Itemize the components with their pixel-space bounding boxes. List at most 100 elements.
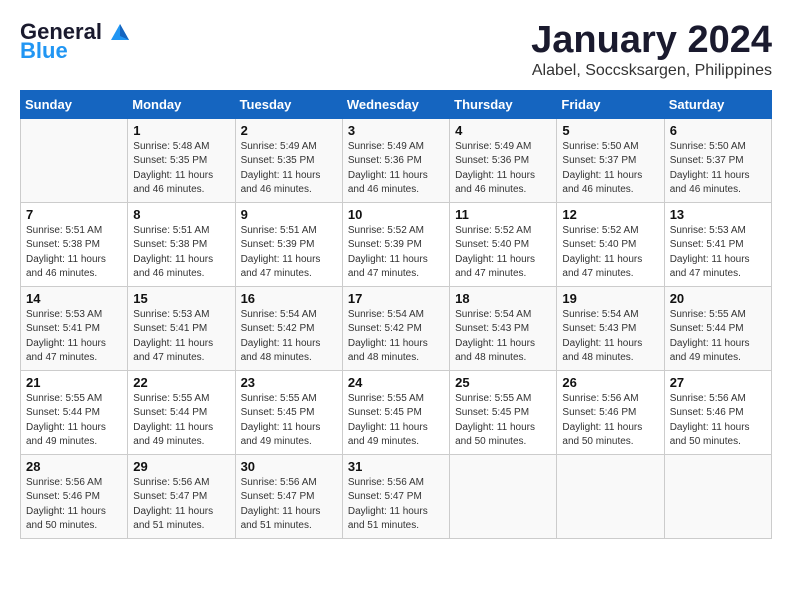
logo: General Blue [20, 20, 132, 62]
empty-cell [21, 118, 128, 202]
day-number: 21 [26, 375, 122, 390]
day-number: 20 [670, 291, 766, 306]
day-cell-15: 15 Sunrise: 5:53 AMSunset: 5:41 PMDayligh… [128, 286, 235, 370]
empty-cell [450, 454, 557, 538]
day-info: Sunrise: 5:54 AMSunset: 5:42 PMDaylight:… [241, 308, 337, 366]
day-info: Sunrise: 5:54 AMSunset: 5:43 PMDaylight:… [455, 308, 551, 366]
day-cell-2: 2Sunrise: 5:49 AMSunset: 5:35 PMDaylight… [235, 118, 342, 202]
day-cell-4: 4 Sunrise: 5:49 AMSunset: 5:36 PMDaylight… [450, 118, 557, 202]
day-number: 27 [670, 375, 766, 390]
day-header-saturday: Saturday [664, 90, 771, 118]
day-info: Sunrise: 5:53 AMSunset: 5:41 PMDaylight:… [670, 224, 766, 282]
day-info: Sunrise: 5:55 AMSunset: 5:45 PMDaylight:… [241, 392, 337, 450]
day-cell-19: 19 Sunrise: 5:54 AMSunset: 5:43 PMDayligh… [557, 286, 664, 370]
location-subtitle: Alabel, Soccsksargen, Philippines [531, 62, 772, 80]
day-number: 30 [241, 459, 337, 474]
day-info: Sunrise: 5:56 AMSunset: 5:47 PMDaylight:… [241, 476, 337, 534]
day-header-sunday: Sunday [21, 90, 128, 118]
day-cell-14: 14Sunrise: 5:53 AMSunset: 5:41 PMDayligh… [21, 286, 128, 370]
day-info: Sunrise: 5:49 AMSunset: 5:36 PMDaylight:… [455, 140, 551, 198]
logo-icon [109, 22, 131, 44]
day-number: 23 [241, 375, 337, 390]
day-cell-9: 9 Sunrise: 5:51 AMSunset: 5:39 PMDaylight… [235, 202, 342, 286]
day-cell-26: 26 Sunrise: 5:56 AMSunset: 5:46 PMDayligh… [557, 370, 664, 454]
day-number: 18 [455, 291, 551, 306]
day-number: 5 [562, 123, 658, 138]
day-cell-24: 24 Sunrise: 5:55 AMSunset: 5:45 PMDayligh… [342, 370, 449, 454]
day-header-thursday: Thursday [450, 90, 557, 118]
day-cell-27: 27 Sunrise: 5:56 AMSunset: 5:46 PMDayligh… [664, 370, 771, 454]
day-info: Sunrise: 5:50 AMSunset: 5:37 PMDaylight:… [562, 140, 658, 198]
day-number: 4 [455, 123, 551, 138]
day-info: Sunrise: 5:56 AMSunset: 5:46 PMDaylight:… [26, 476, 122, 534]
day-info: Sunrise: 5:55 AMSunset: 5:45 PMDaylight:… [348, 392, 444, 450]
day-info: Sunrise: 5:49 AMSunset: 5:36 PMDaylight:… [348, 140, 444, 198]
week-row-2: 7Sunrise: 5:51 AMSunset: 5:38 PMDaylight… [21, 202, 772, 286]
day-cell-18: 18 Sunrise: 5:54 AMSunset: 5:43 PMDayligh… [450, 286, 557, 370]
day-number: 25 [455, 375, 551, 390]
page-header: General Blue January 2024 Alabel, Soccsk… [20, 20, 772, 80]
day-header-tuesday: Tuesday [235, 90, 342, 118]
day-cell-30: 30 Sunrise: 5:56 AMSunset: 5:47 PMDayligh… [235, 454, 342, 538]
day-header-friday: Friday [557, 90, 664, 118]
day-number: 9 [241, 207, 337, 222]
title-section: January 2024 Alabel, Soccsksargen, Phili… [531, 20, 772, 80]
day-number: 28 [26, 459, 122, 474]
day-cell-7: 7Sunrise: 5:51 AMSunset: 5:38 PMDaylight… [21, 202, 128, 286]
day-number: 12 [562, 207, 658, 222]
empty-cell [557, 454, 664, 538]
day-number: 29 [133, 459, 229, 474]
day-info: Sunrise: 5:53 AMSunset: 5:41 PMDaylight:… [133, 308, 229, 366]
day-info: Sunrise: 5:50 AMSunset: 5:37 PMDaylight:… [670, 140, 766, 198]
day-info: Sunrise: 5:55 AMSunset: 5:44 PMDaylight:… [133, 392, 229, 450]
day-cell-1: 1 Sunrise: 5:48 AMSunset: 5:35 PMDaylight… [128, 118, 235, 202]
day-number: 19 [562, 291, 658, 306]
day-cell-25: 25Sunrise: 5:55 AMSunset: 5:45 PMDayligh… [450, 370, 557, 454]
day-info: Sunrise: 5:56 AMSunset: 5:46 PMDaylight:… [670, 392, 766, 450]
day-number: 6 [670, 123, 766, 138]
day-cell-17: 17Sunrise: 5:54 AMSunset: 5:42 PMDayligh… [342, 286, 449, 370]
day-number: 24 [348, 375, 444, 390]
day-info: Sunrise: 5:52 AMSunset: 5:40 PMDaylight:… [455, 224, 551, 282]
week-row-3: 14Sunrise: 5:53 AMSunset: 5:41 PMDayligh… [21, 286, 772, 370]
day-cell-11: 11 Sunrise: 5:52 AMSunset: 5:40 PMDayligh… [450, 202, 557, 286]
day-number: 11 [455, 207, 551, 222]
day-info: Sunrise: 5:55 AMSunset: 5:44 PMDaylight:… [670, 308, 766, 366]
day-number: 16 [241, 291, 337, 306]
day-info: Sunrise: 5:54 AMSunset: 5:42 PMDaylight:… [348, 308, 444, 366]
day-cell-28: 28 Sunrise: 5:56 AMSunset: 5:46 PMDayligh… [21, 454, 128, 538]
day-info: Sunrise: 5:48 AMSunset: 5:35 PMDaylight:… [133, 140, 229, 198]
day-info: Sunrise: 5:56 AMSunset: 5:46 PMDaylight:… [562, 392, 658, 450]
month-title: January 2024 [531, 20, 772, 62]
day-cell-3: 3Sunrise: 5:49 AMSunset: 5:36 PMDaylight… [342, 118, 449, 202]
day-info: Sunrise: 5:51 AMSunset: 5:39 PMDaylight:… [241, 224, 337, 282]
day-info: Sunrise: 5:56 AMSunset: 5:47 PMDaylight:… [133, 476, 229, 534]
week-row-1: 1 Sunrise: 5:48 AMSunset: 5:35 PMDaylight… [21, 118, 772, 202]
day-info: Sunrise: 5:51 AMSunset: 5:38 PMDaylight:… [26, 224, 122, 282]
day-number: 1 [133, 123, 229, 138]
day-info: Sunrise: 5:51 AMSunset: 5:38 PMDaylight:… [133, 224, 229, 282]
day-number: 26 [562, 375, 658, 390]
day-info: Sunrise: 5:55 AMSunset: 5:44 PMDaylight:… [26, 392, 122, 450]
day-cell-12: 12Sunrise: 5:52 AMSunset: 5:40 PMDayligh… [557, 202, 664, 286]
calendar-table: SundayMondayTuesdayWednesdayThursdayFrid… [20, 90, 772, 539]
day-info: Sunrise: 5:54 AMSunset: 5:43 PMDaylight:… [562, 308, 658, 366]
day-cell-29: 29 Sunrise: 5:56 AMSunset: 5:47 PMDayligh… [128, 454, 235, 538]
day-cell-31: 31 Sunrise: 5:56 AMSunset: 5:47 PMDayligh… [342, 454, 449, 538]
day-info: Sunrise: 5:56 AMSunset: 5:47 PMDaylight:… [348, 476, 444, 534]
day-cell-5: 5 Sunrise: 5:50 AMSunset: 5:37 PMDaylight… [557, 118, 664, 202]
day-header-monday: Monday [128, 90, 235, 118]
day-number: 8 [133, 207, 229, 222]
day-number: 15 [133, 291, 229, 306]
day-cell-22: 22Sunrise: 5:55 AMSunset: 5:44 PMDayligh… [128, 370, 235, 454]
week-row-5: 28 Sunrise: 5:56 AMSunset: 5:46 PMDayligh… [21, 454, 772, 538]
day-number: 31 [348, 459, 444, 474]
day-cell-23: 23 Sunrise: 5:55 AMSunset: 5:45 PMDayligh… [235, 370, 342, 454]
empty-cell [664, 454, 771, 538]
week-row-4: 21 Sunrise: 5:55 AMSunset: 5:44 PMDayligh… [21, 370, 772, 454]
day-number: 13 [670, 207, 766, 222]
day-cell-16: 16 Sunrise: 5:54 AMSunset: 5:42 PMDayligh… [235, 286, 342, 370]
day-cell-6: 6 Sunrise: 5:50 AMSunset: 5:37 PMDaylight… [664, 118, 771, 202]
day-info: Sunrise: 5:49 AMSunset: 5:35 PMDaylight:… [241, 140, 337, 198]
day-info: Sunrise: 5:52 AMSunset: 5:39 PMDaylight:… [348, 224, 444, 282]
